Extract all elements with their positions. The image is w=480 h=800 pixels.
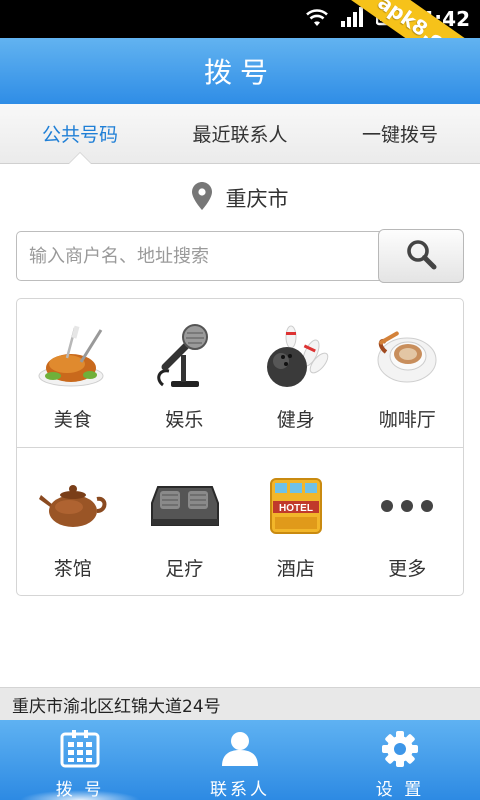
category-foot-massage[interactable]: 足疗 (129, 448, 241, 596)
tab-public-numbers[interactable]: 公共号码 (0, 104, 160, 164)
tab-label: 一键拨号 (361, 124, 438, 146)
search-icon (405, 238, 437, 274)
category-row: 美食 娱乐 健身 咖啡厅 (17, 299, 463, 447)
bowling-icon (257, 321, 335, 393)
category-label: 咖啡厅 (378, 409, 436, 431)
dialpad-icon (60, 729, 100, 769)
category-label: 娱乐 (165, 409, 204, 431)
search-button[interactable] (378, 229, 464, 283)
category-entertainment[interactable]: 娱乐 (129, 299, 241, 447)
more-dots-icon (368, 470, 446, 542)
location-city: 重庆市 (225, 187, 289, 211)
tab-bar: 公共号码 最近联系人 一键拨号 (0, 104, 480, 164)
category-label: 美食 (53, 409, 92, 431)
bottom-navigation: 拨 号 联系人 设 置 (0, 720, 480, 800)
tab-label: 公共号码 (41, 124, 118, 146)
category-food[interactable]: 美食 (17, 299, 129, 447)
tab-recent-contacts[interactable]: 最近联系人 (160, 104, 320, 163)
current-address: 重庆市渝北区红锦大道24号 (0, 687, 480, 720)
location-selector[interactable]: 重庆市 (0, 176, 480, 220)
category-label: 茶馆 (53, 558, 92, 580)
category-fitness[interactable]: 健身 (240, 299, 352, 447)
contact-person-icon (220, 729, 260, 769)
signal-strength-icon (340, 6, 366, 32)
nav-label: 设 置 (375, 780, 425, 800)
roast-chicken-icon (34, 321, 112, 393)
nav-dial[interactable]: 拨 号 (0, 720, 160, 800)
hotel-icon: HOTEL (257, 470, 335, 542)
category-label: 健身 (276, 409, 315, 431)
page-title: 拨号 (203, 56, 276, 89)
nav-contacts[interactable]: 联系人 (160, 720, 320, 800)
category-grid: 美食 娱乐 健身 咖啡厅 茶馆 足疗 HOTEL 酒店 更多 (16, 298, 464, 596)
tab-speed-dial[interactable]: 一键拨号 (320, 104, 480, 163)
foot-massager-icon (145, 470, 223, 542)
hotel-sign-text: HOTEL (279, 503, 313, 514)
category-more[interactable]: 更多 (352, 448, 464, 596)
category-hotel[interactable]: HOTEL 酒店 (240, 448, 352, 596)
status-bar: 4:42 apk8.com (0, 0, 480, 100)
coffee-cup-icon (368, 321, 446, 393)
category-label: 酒店 (276, 558, 315, 580)
nav-settings[interactable]: 设 置 (320, 720, 480, 800)
category-label: 足疗 (165, 558, 204, 580)
category-row: 茶馆 足疗 HOTEL 酒店 更多 (17, 448, 463, 596)
nav-label: 联系人 (210, 780, 270, 800)
wifi-icon (304, 6, 330, 32)
search-input[interactable] (16, 231, 382, 281)
tab-active-indicator (69, 153, 91, 164)
title-bar: 拨号 (0, 38, 480, 104)
category-teahouse[interactable]: 茶馆 (17, 448, 129, 596)
category-label: 更多 (388, 558, 427, 580)
nav-label: 拨 号 (55, 780, 105, 800)
microphone-icon (145, 321, 223, 393)
category-cafe[interactable]: 咖啡厅 (352, 299, 464, 447)
tab-label: 最近联系人 (192, 124, 288, 146)
settings-gear-icon (380, 729, 420, 769)
location-pin-icon (191, 182, 212, 214)
teapot-icon (34, 470, 112, 542)
